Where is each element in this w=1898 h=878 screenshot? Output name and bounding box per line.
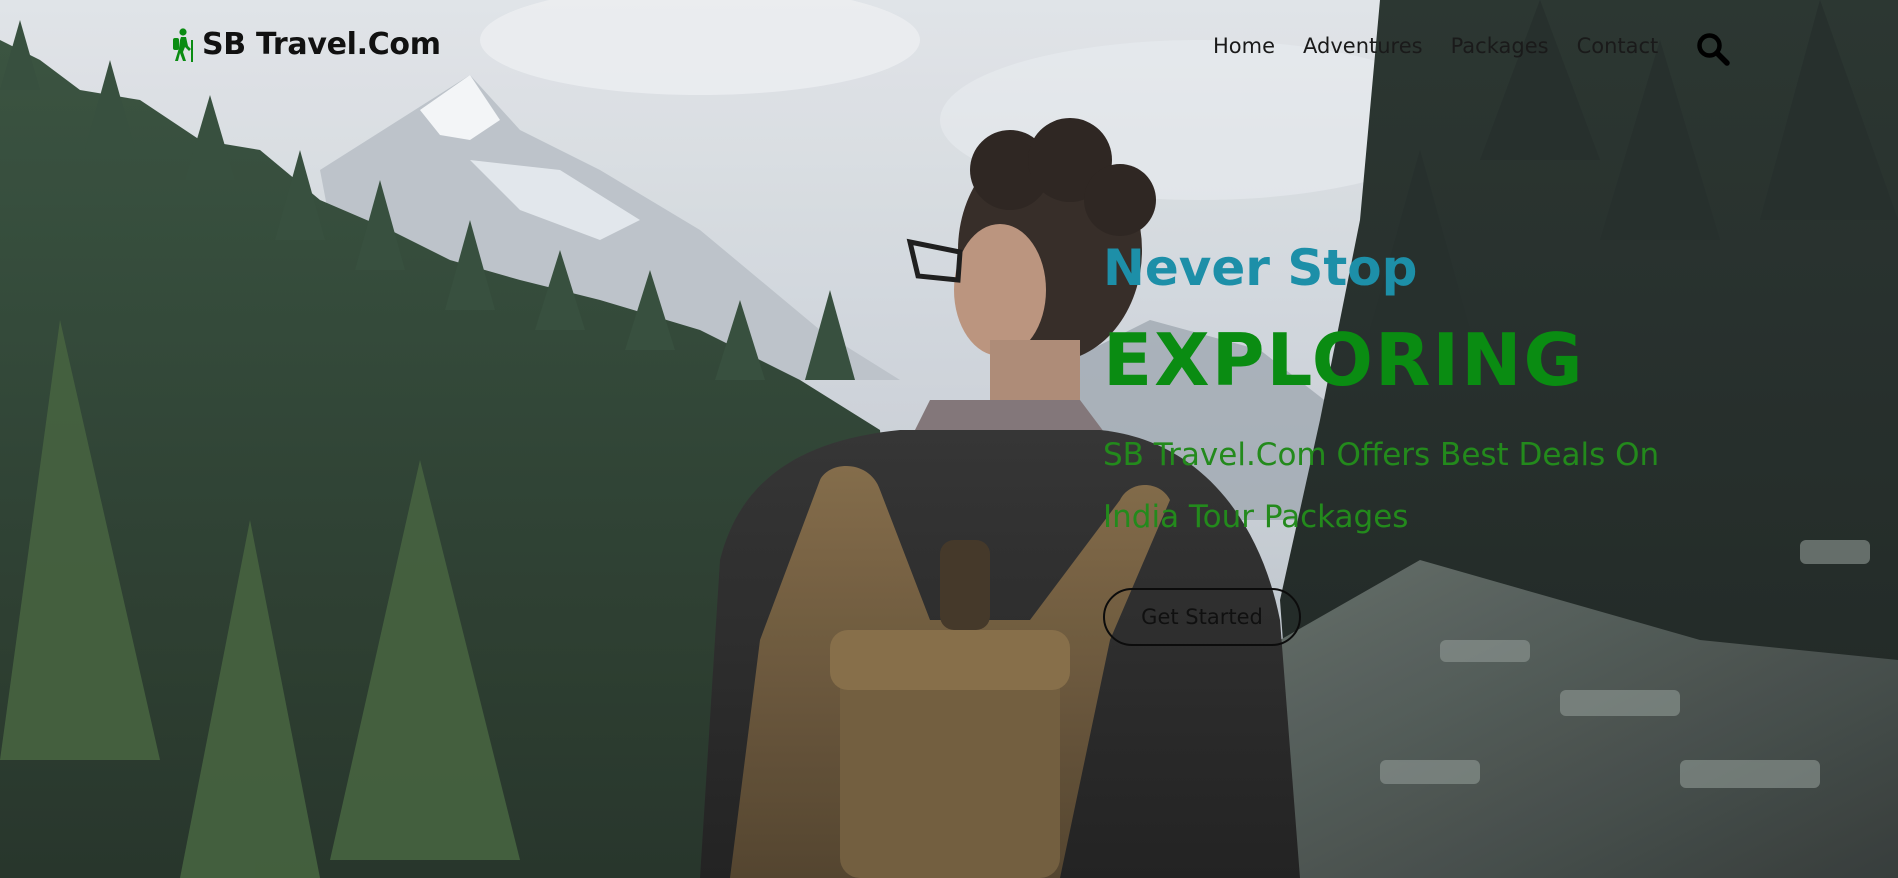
nav-link-home[interactable]: Home (1213, 34, 1275, 58)
get-started-button[interactable]: Get Started (1103, 588, 1301, 646)
hero-description: SB Travel.Com Offers Best Deals On India… (1103, 437, 1660, 535)
hero-title: EXPLORING (1103, 318, 1585, 402)
nav-link-packages[interactable]: Packages (1451, 34, 1549, 58)
brand-name: SB Travel.Com (202, 27, 441, 62)
primary-nav: Home Adventures Packages Contact (1213, 34, 1658, 58)
nav-link-adventures[interactable]: Adventures (1303, 34, 1423, 58)
landing-page: SB Travel.Com Home Adventures Packages C… (0, 0, 1898, 878)
hero-eyebrow: Never Stop (1103, 239, 1418, 297)
hiking-person-icon (170, 27, 196, 62)
hero-content: Never Stop EXPLORING SB Travel.Com Offer… (1103, 236, 1743, 646)
top-navbar: SB Travel.Com Home Adventures Packages C… (0, 0, 1898, 96)
brand-logo-link[interactable]: SB Travel.Com (170, 27, 441, 62)
nav-link-contact[interactable]: Contact (1577, 34, 1659, 58)
search-icon[interactable] (1696, 32, 1730, 66)
